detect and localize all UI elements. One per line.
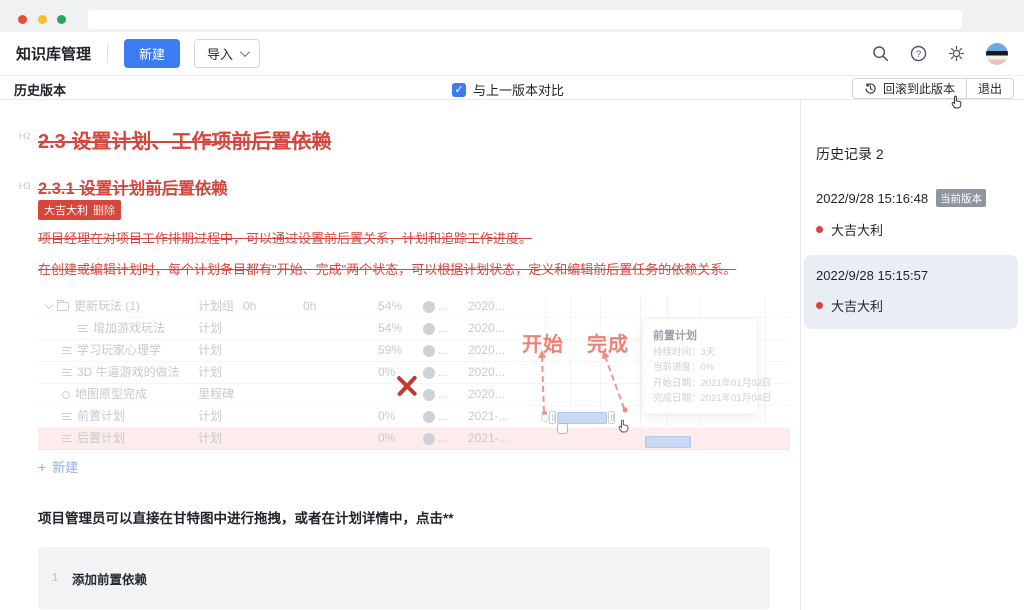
h3-block-marker: H3 xyxy=(19,181,31,191)
close-window-button[interactable] xyxy=(18,15,27,24)
plan-icon xyxy=(78,325,88,333)
assignee-avatar xyxy=(423,345,435,357)
row-type: 计划组 xyxy=(198,296,243,317)
history-version-title: 历史版本 xyxy=(14,80,66,99)
mouse-cursor-hand xyxy=(950,94,965,109)
plan-icon xyxy=(62,435,72,443)
history-entry-current[interactable]: 2022/9/28 15:16:48 当前版本 大吉大利 xyxy=(816,189,1024,239)
row-name: 地图原型完成 xyxy=(75,384,147,405)
gantt-drag-ghost xyxy=(557,423,568,434)
code-line-number: 1 xyxy=(38,571,72,585)
import-button[interactable]: 导入 xyxy=(194,39,260,68)
row-name: 更新玩法 (1) xyxy=(74,296,140,317)
author-status-dot xyxy=(816,302,823,309)
row-progress: 54% xyxy=(378,296,423,317)
deleted-h3-heading: 2.3.1 设置计划前后置依赖 xyxy=(38,175,770,199)
row-actual: 0h xyxy=(303,296,378,317)
gantt-drag-handle-left[interactable] xyxy=(549,411,556,424)
row-date: 2020... xyxy=(468,296,523,317)
badge-author: 大吉大利 xyxy=(44,202,88,218)
mouse-cursor-hand xyxy=(617,418,632,433)
row-name: 增加游戏玩法 xyxy=(93,318,165,339)
gantt-drag-handle-right[interactable] xyxy=(608,411,615,424)
divider xyxy=(107,45,108,63)
version-timestamp: 2022/9/28 15:15:57 xyxy=(816,268,928,283)
deleted-h2-heading: 2.3 设置计划、工作项前后置依赖 xyxy=(38,125,770,154)
delete-author-badge: 大吉大利 删除 xyxy=(38,200,121,220)
user-avatar[interactable] xyxy=(986,43,1008,65)
delete-x-mark xyxy=(393,372,421,400)
app-header: 知识库管理 新建 导入 ? xyxy=(0,32,1024,76)
svg-text:?: ? xyxy=(916,49,921,60)
badge-action: 删除 xyxy=(93,202,115,218)
body-paragraph: 项目管理员可以直接在甘特图中进行拖拽，或者在计划详情中，点击** xyxy=(38,507,770,527)
row-estimate: 0h xyxy=(243,296,303,317)
import-button-label: 导入 xyxy=(207,44,233,63)
deleted-plan-table-image: 更新玩法 (1) 计划组 0h 0h 54% ... 2020... 增加游戏玩… xyxy=(38,296,790,474)
minimize-window-button[interactable] xyxy=(38,15,47,24)
folder-icon xyxy=(57,302,69,311)
history-clock-icon xyxy=(864,82,877,95)
milestone-icon xyxy=(62,391,70,399)
rollback-button-label: 回滚到此版本 xyxy=(883,80,955,97)
version-author: 大吉大利 xyxy=(831,296,883,315)
current-version-badge: 当前版本 xyxy=(936,189,986,207)
version-author: 大吉大利 xyxy=(831,220,883,239)
compare-checkbox-label: 与上一版本对比 xyxy=(473,80,564,99)
document-diff-content: H2 2.3 设置计划、工作项前后置依赖 H3 2.3.1 设置计划前后置依赖 … xyxy=(0,100,800,610)
deleted-paragraph-2: 在创建或编辑计划时，每个计划条目都有"开始、完成"两个状态，可以根据计划状态，定… xyxy=(38,261,770,279)
row-name: 后置计划 xyxy=(77,428,125,449)
code-text: 添加前置依赖 xyxy=(72,569,147,588)
tooltip-title: 前置计划 xyxy=(653,327,747,343)
row-name: 前置计划 xyxy=(77,406,125,427)
chevron-down-icon[interactable] xyxy=(45,301,53,309)
table-row[interactable]: 更新玩法 (1) 计划组 0h 0h 54% ... 2020... xyxy=(38,296,790,318)
history-sidebar: 历史记录 2 2022/9/28 15:16:48 当前版本 大吉大利 2022… xyxy=(800,100,1024,610)
url-bar[interactable] xyxy=(88,10,962,29)
add-new-row-link[interactable]: + 新建 xyxy=(38,457,108,476)
plan-icon xyxy=(62,413,72,421)
checkbox-checked-icon[interactable]: ✓ xyxy=(452,83,466,97)
row-name: 3D 牛逼游戏的做法 xyxy=(77,362,180,383)
author-status-dot xyxy=(816,226,823,233)
assignee-avatar xyxy=(423,301,435,313)
search-icon[interactable] xyxy=(872,45,889,62)
row-name: 学习玩家心理学 xyxy=(77,340,161,361)
version-timestamp: 2022/9/28 15:16:48 xyxy=(816,191,928,206)
history-list-title: 历史记录 2 xyxy=(816,144,1024,164)
assignee-avatar xyxy=(423,433,435,445)
history-toolbar: 历史版本 ✓ 与上一版本对比 回滚到此版本 退出 xyxy=(0,76,1024,100)
assignee-avatar xyxy=(423,389,435,401)
gantt-tooltip: 前置计划 持续时间：3天 当前进度：0% 开始日期：2021年01月02日 完成… xyxy=(642,318,758,414)
chevron-down-icon xyxy=(240,47,250,57)
assignee-avatar xyxy=(423,411,435,423)
plus-icon: + xyxy=(38,459,46,475)
page-title: 知识库管理 xyxy=(16,43,91,64)
compare-checkbox[interactable]: ✓ 与上一版本对比 xyxy=(452,80,564,99)
assignee-avatar xyxy=(423,367,435,379)
h2-block-marker: H2 xyxy=(19,131,31,141)
gantt-link-circle[interactable] xyxy=(541,414,549,422)
help-icon[interactable]: ? xyxy=(910,45,927,62)
assignee-avatar xyxy=(423,323,435,335)
deleted-paragraph-1: 项目经理在对项目工作排期过程中，可以通过设置前后置关系，计划和追踪工作进度。 xyxy=(38,230,770,248)
settings-gear-icon[interactable] xyxy=(948,45,965,62)
browser-chrome xyxy=(0,0,1024,32)
history-entry-selected[interactable]: 2022/9/28 15:15:57 大吉大利 xyxy=(804,255,1018,329)
new-button[interactable]: 新建 xyxy=(124,39,180,68)
zoom-window-button[interactable] xyxy=(57,15,66,24)
plan-icon xyxy=(62,369,72,377)
gantt-bar-successor[interactable] xyxy=(645,436,691,448)
code-block[interactable]: 1 添加前置依赖 xyxy=(38,547,770,609)
exit-button[interactable]: 退出 xyxy=(967,79,1013,98)
plan-icon xyxy=(62,347,72,355)
